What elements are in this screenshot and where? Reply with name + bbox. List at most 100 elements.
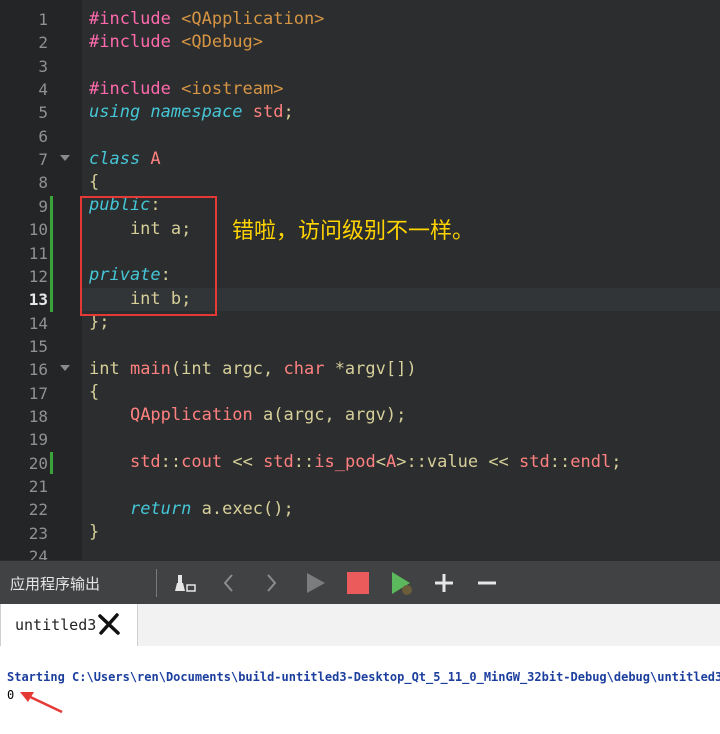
toolbar-separator: [156, 569, 157, 597]
stop-icon[interactable]: [345, 569, 371, 597]
code-token: A: [140, 149, 161, 169]
code-token: A: [385, 452, 397, 472]
line-number: 16: [28, 360, 48, 380]
tab-label: untitled3: [15, 616, 97, 634]
code-line[interactable]: using namespace std;: [89, 101, 294, 124]
code-token: char: [283, 359, 325, 379]
application-output[interactable]: Starting C:\Users\ren\Documents\build-un…: [0, 646, 720, 734]
code-token: ::: [293, 452, 315, 472]
code-token: std: [242, 102, 284, 122]
line-number: 14: [28, 313, 48, 333]
code-token: std: [129, 452, 161, 472]
previous-icon[interactable]: [216, 569, 242, 597]
code-token: namespace: [140, 102, 243, 122]
line-number: 6: [38, 126, 48, 146]
code-line[interactable]: #include <QDebug>: [89, 31, 263, 54]
line-number: 24: [28, 547, 48, 560]
line-number: 20: [28, 453, 48, 473]
line-number: 4: [38, 80, 48, 100]
code-token: ::: [160, 452, 182, 472]
code-token: #include: [89, 79, 171, 99]
output-line: Starting C:\Users\ren\Documents\build-un…: [7, 670, 720, 684]
code-line[interactable]: {: [89, 381, 99, 404]
line-number: 5: [38, 103, 48, 123]
line-number: 18: [28, 406, 48, 426]
code-token: {: [89, 382, 100, 402]
code-line[interactable]: int main(int argc, char *argv[]): [89, 358, 417, 381]
code-line[interactable]: return a.exec();: [89, 498, 294, 521]
line-number: 17: [28, 383, 48, 403]
panel-title: 应用程序输出: [10, 575, 101, 593]
zoom-in-icon[interactable]: [431, 569, 457, 597]
code-token: class: [89, 149, 141, 169]
code-token: main: [129, 359, 171, 379]
code-token: int: [89, 359, 130, 379]
code-line[interactable]: #include <iostream>: [89, 78, 283, 101]
line-number: 15: [28, 336, 48, 356]
line-number: 11: [28, 243, 48, 263]
debug-run-icon[interactable]: [389, 569, 415, 597]
line-number: 23: [28, 523, 48, 543]
line-number: 8: [38, 173, 48, 193]
code-token: #include: [89, 9, 171, 29]
next-icon[interactable]: [258, 569, 284, 597]
code-token: <iostream>: [170, 79, 284, 99]
change-marker: [50, 196, 53, 312]
code-token: <QDebug>: [170, 32, 264, 52]
code-line[interactable]: #include <QApplication>: [89, 8, 324, 31]
annotation-arrow: [20, 692, 63, 714]
code-token: <<: [222, 452, 264, 472]
code-token: }: [89, 522, 100, 542]
code-token: std: [519, 452, 550, 472]
code-token: return: [129, 499, 192, 519]
line-number: 21: [28, 477, 48, 496]
line-number: 13: [28, 290, 48, 310]
code-line[interactable]: {: [89, 171, 99, 194]
code-token: >: [396, 452, 407, 472]
output-tab-bar: untitled3: [0, 604, 720, 647]
line-number: 7: [38, 150, 48, 170]
clear-icon[interactable]: [172, 569, 198, 597]
fold-arrow-icon[interactable]: [60, 365, 70, 371]
annotation-text: 错啦，访问级别不一样。: [232, 219, 475, 244]
code-token: endl: [570, 452, 612, 472]
change-marker: [50, 452, 53, 474]
run-icon[interactable]: [302, 569, 328, 597]
code-token: #include: [89, 32, 171, 52]
code-token: (int argc,: [170, 359, 284, 379]
tab-untitled3[interactable]: untitled3: [0, 604, 138, 646]
line-number: 9: [38, 196, 48, 216]
zoom-out-icon[interactable]: [474, 569, 500, 597]
code-token: <QApplication>: [170, 9, 325, 29]
code-token: a(argc, argv);: [252, 405, 407, 425]
code-token: QApplication: [129, 405, 253, 425]
output-line: 0: [7, 688, 15, 702]
code-line[interactable]: std::cout << std::is_pod<A>::value << st…: [89, 451, 621, 474]
line-number: 12: [28, 266, 48, 286]
code-line[interactable]: }: [89, 521, 99, 544]
line-number: 10: [28, 220, 48, 240]
code-token: using: [89, 102, 141, 122]
code-editor[interactable]: 1 2 3 4 5 6 7 8 9 10 11 12 13 14 15 16 17 18 19 20 21 22 23 24 …: [0, 0, 720, 560]
code-token: a.exec();: [191, 499, 294, 519]
output-toolbar: 应用程序输出: [0, 560, 720, 605]
line-number: 3: [38, 56, 48, 76]
close-icon[interactable]: [97, 612, 121, 636]
annotation-box: [80, 196, 217, 316]
code-line[interactable]: QApplication a(argc, argv);: [89, 404, 406, 427]
code-token: *argv[]): [324, 359, 417, 379]
code-token: std: [263, 452, 294, 472]
code-token: ::value <<: [406, 452, 520, 472]
code-token: ;: [611, 452, 622, 472]
line-number: 19: [28, 430, 48, 450]
code-line[interactable]: class A: [89, 148, 161, 171]
fold-arrow-icon[interactable]: [60, 155, 70, 161]
code-token: is_pod: [314, 452, 376, 472]
code-token: ::: [549, 452, 571, 472]
code-token: {: [89, 172, 100, 192]
line-number: 22: [28, 500, 48, 520]
line-number: 2: [38, 33, 48, 53]
